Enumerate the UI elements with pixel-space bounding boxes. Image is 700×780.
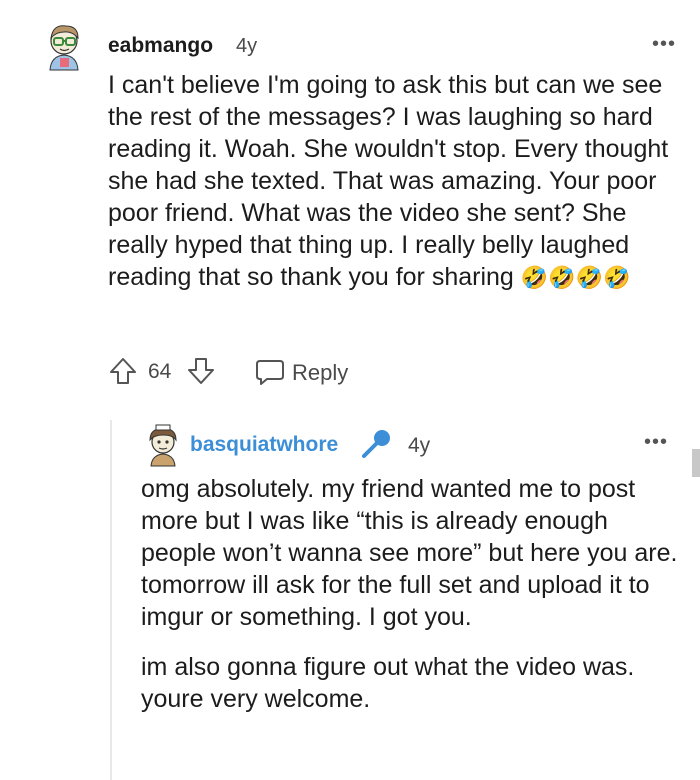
reply-body: omg absolutely. my friend wanted me to p… [141,473,681,733]
comment-more-options-button[interactable]: ••• [652,33,676,56]
upvote-arrow-icon[interactable] [108,356,138,386]
reply-username[interactable]: basquiatwhore [190,433,338,457]
reply-header: basquiatwhore 4y ••• [140,422,680,472]
comment-age: 4y [236,35,258,57]
reply-user-avatar[interactable] [140,422,186,468]
reply-button-label: Reply [292,360,349,385]
microphone-icon [362,430,390,458]
comment-text: I can't believe I'm going to ask this bu… [108,71,669,291]
thread-line[interactable] [110,420,112,780]
reply-age: 4y [408,434,431,457]
user-avatar[interactable] [36,18,92,74]
downvote-arrow-icon[interactable] [186,356,216,386]
comment-actions: 64 Reply [108,352,508,392]
comment-body: I can't believe I'm going to ask this bu… [108,69,678,294]
comment-emojis: 🤣🤣🤣🤣 [520,265,631,290]
vote-score: 64 [148,360,172,383]
comment-username[interactable]: eabmango [108,34,213,58]
scrollbar-thumb[interactable] [692,449,700,477]
reply-paragraph: omg absolutely. my friend wanted me to p… [141,475,678,631]
reply-more-options-button[interactable]: ••• [644,431,668,454]
reply-paragraph: im also gonna figure out what the video … [141,653,635,713]
speech-bubble-icon [256,360,284,385]
